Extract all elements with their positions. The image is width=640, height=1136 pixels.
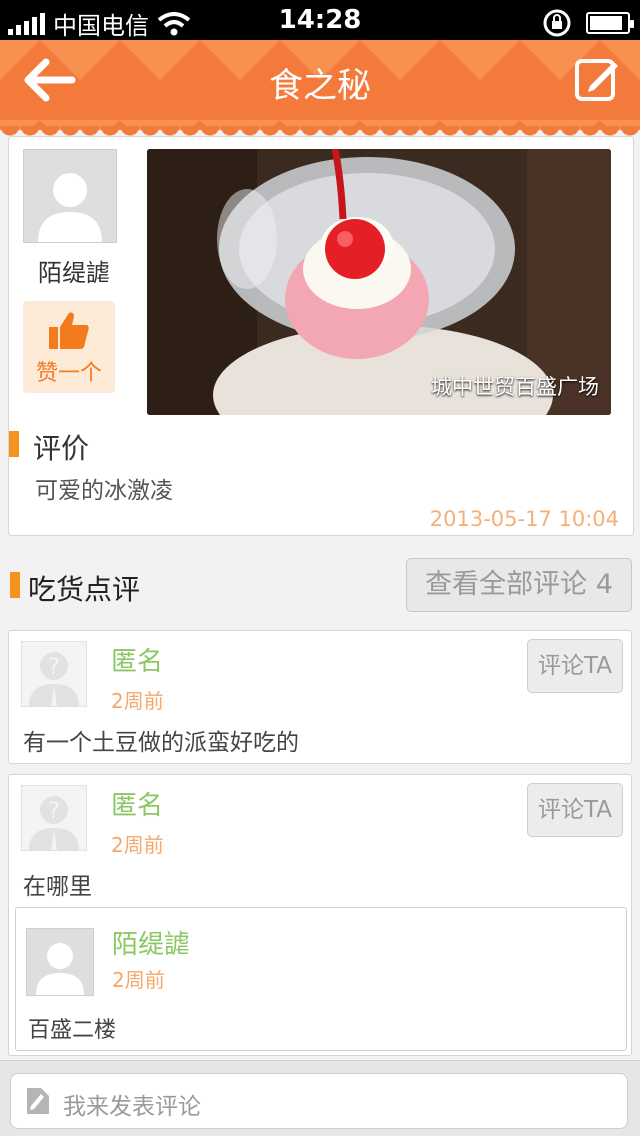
thumbs-up-icon	[49, 312, 89, 349]
svg-text:?: ?	[48, 655, 60, 680]
comment-input[interactable]: 我来发表评论	[10, 1073, 628, 1129]
avatar[interactable]	[26, 928, 94, 996]
battery-icon	[586, 12, 634, 34]
like-label: 赞一个	[35, 361, 102, 386]
reply-button[interactable]: 评论TA	[527, 639, 623, 693]
reply-button[interactable]: 评论TA	[527, 783, 623, 837]
nav-bar: 食之秘	[0, 40, 640, 138]
status-bar: 中国电信 14:28	[0, 0, 640, 40]
anonymous-avatar-icon[interactable]: ?	[21, 785, 87, 851]
reply-time: 2周前	[112, 968, 165, 992]
post-author-name: 陌缇謔	[38, 259, 110, 287]
section-marker	[9, 431, 19, 457]
rotation-lock-icon	[543, 9, 571, 37]
dessert-photo[interactable]: 城中世贸百盛广场	[147, 149, 611, 415]
section-marker	[10, 572, 20, 598]
comment-card: ? 匿名 2周前 评论TA 在哪里 陌缇謔 2周前 百盛二楼	[8, 774, 632, 1056]
review-title: 评价	[33, 432, 90, 465]
comment-text: 有一个土豆做的派蛮好吃的	[23, 730, 299, 756]
like-button[interactable]: 赞一个	[23, 301, 115, 393]
reply-card: 陌缇謔 2周前 百盛二楼	[15, 907, 627, 1051]
comment-text: 在哪里	[23, 874, 92, 900]
comments-title: 吃货点评	[28, 573, 141, 606]
edit-icon[interactable]	[574, 56, 620, 102]
reply-author-name: 陌缇謔	[112, 930, 191, 960]
commenter-name: 匿名	[111, 647, 164, 677]
photo-location-caption: 城中世贸百盛广场	[431, 375, 599, 399]
anonymous-avatar-icon[interactable]: ?	[21, 641, 87, 707]
post-card: 陌缇謔 赞一个 城中世贸百盛广场 评价 可爱的冰激凌 2013-05-17 10…	[8, 136, 634, 536]
reply-text: 百盛二楼	[28, 1018, 117, 1043]
comment-time: 2周前	[111, 689, 164, 713]
comment-time: 2周前	[111, 833, 164, 857]
avatar[interactable]	[23, 149, 117, 243]
comments-header: 吃货点评 查看全部评论 4	[0, 558, 640, 614]
commenter-name: 匿名	[111, 791, 164, 821]
svg-text:?: ?	[48, 799, 60, 824]
view-all-comments-button[interactable]: 查看全部评论 4	[406, 558, 632, 612]
person-placeholder-icon	[38, 173, 102, 242]
post-timestamp: 2013-05-17 10:04	[429, 507, 619, 531]
comment-card: ? 匿名 2周前 评论TA 有一个土豆做的派蛮好吃的	[8, 630, 632, 764]
comment-input-placeholder: 我来发表评论	[63, 1094, 201, 1120]
page-title: 食之秘	[269, 66, 371, 106]
review-text: 可爱的冰激凌	[35, 478, 173, 504]
comment-input-bar: 我来发表评论	[0, 1060, 640, 1136]
anonymous-user-icon: ?	[29, 652, 79, 706]
pencil-note-icon	[27, 1088, 49, 1114]
anonymous-user-icon: ?	[29, 796, 79, 850]
person-placeholder-icon	[36, 943, 84, 995]
